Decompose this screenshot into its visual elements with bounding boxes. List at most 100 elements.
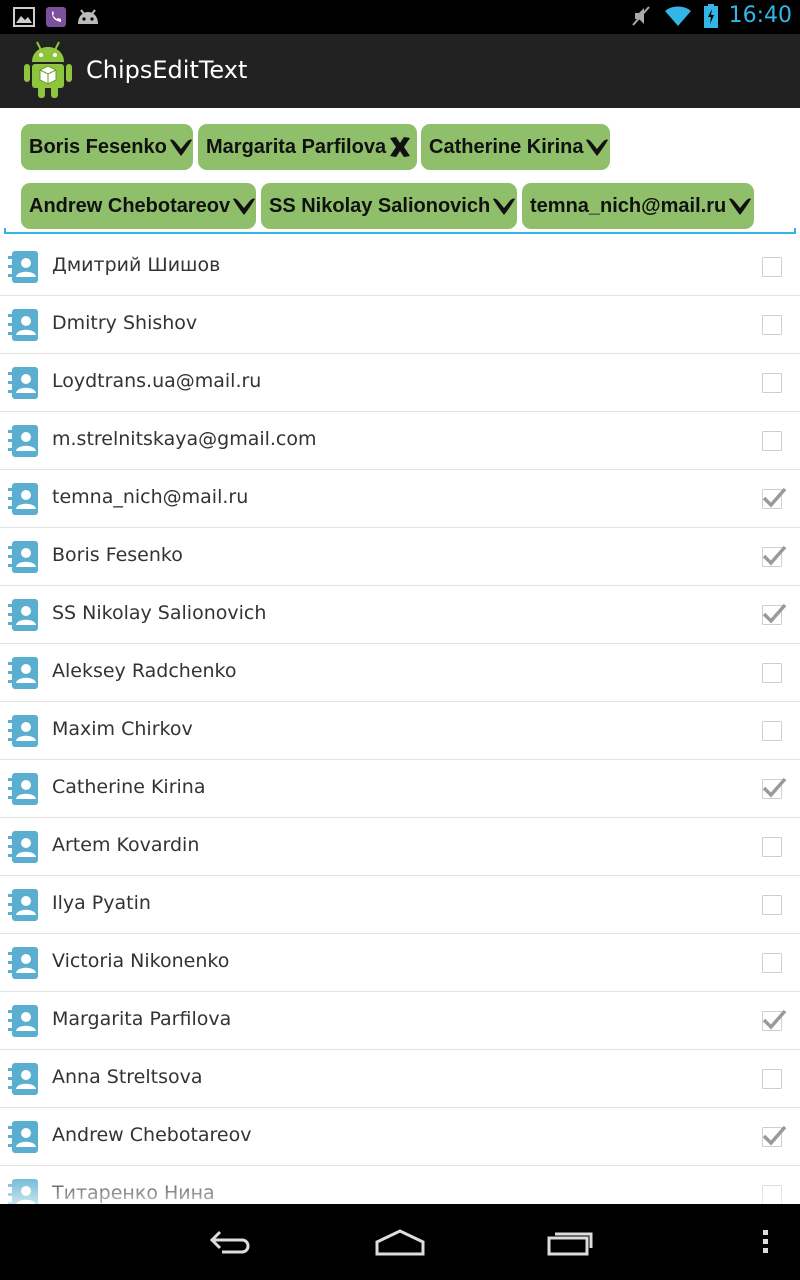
contact-checkbox[interactable] — [762, 257, 782, 277]
chip[interactable]: temna_nich@mail.ru — [522, 183, 754, 229]
wifi-icon — [663, 4, 693, 28]
contact-name: Artem Kovardin — [52, 834, 200, 856]
contact-checkbox[interactable] — [762, 1185, 782, 1204]
chip-label: Boris Fesenko — [29, 135, 167, 158]
chips-edit-text[interactable]: Boris Fesenko Margarita Parfilova Cather… — [4, 108, 796, 236]
contact-icon — [8, 599, 38, 631]
list-item[interactable]: temna_nich@mail.ru — [0, 470, 800, 528]
contact-name: Victoria Nikonenko — [52, 950, 230, 972]
contact-icon — [8, 483, 38, 515]
contact-name: Ilya Pyatin — [52, 892, 151, 914]
list-item[interactable]: Victoria Nikonenko — [0, 934, 800, 992]
contact-checkbox[interactable] — [762, 1125, 787, 1147]
contact-name: Титаренко Нина — [52, 1182, 215, 1204]
list-item[interactable]: Титаренко Нина — [0, 1166, 800, 1204]
contact-checkbox[interactable] — [762, 545, 787, 567]
contact-icon — [8, 1179, 38, 1204]
chip[interactable]: Boris Fesenko — [21, 124, 193, 170]
menu-overflow-icon[interactable] — [754, 1224, 778, 1260]
contact-icon — [8, 1005, 38, 1037]
list-item[interactable]: Dmitry Shishov — [0, 296, 800, 354]
chip[interactable]: Margarita Parfilova — [198, 124, 417, 170]
battery-charging-icon — [703, 3, 719, 28]
app-title: ChipsEditText — [86, 56, 248, 84]
clock: 16:40 — [728, 3, 792, 28]
chip-label: SS Nikolay Salionovich — [269, 194, 491, 217]
contact-name: temna_nich@mail.ru — [52, 486, 249, 508]
recents-icon[interactable] — [540, 1224, 600, 1260]
list-item[interactable]: Catherine Kirina — [0, 760, 800, 818]
chip-label: Andrew Chebotareov — [29, 194, 231, 217]
viber-icon — [44, 5, 68, 29]
chip-label: Catherine Kirina — [429, 135, 584, 158]
contact-icon — [8, 831, 38, 863]
list-item[interactable]: Andrew Chebotareov — [0, 1108, 800, 1166]
contact-name: Margarita Parfilova — [52, 1008, 232, 1030]
contact-name: m.strelnitskaya@gmail.com — [52, 428, 317, 450]
contact-checkbox[interactable] — [762, 721, 782, 741]
contact-checkbox[interactable] — [762, 777, 787, 799]
chips-input-underline — [4, 228, 796, 234]
chevron-down-icon[interactable] — [232, 194, 256, 218]
contact-name: Dmitry Shishov — [52, 312, 198, 334]
contact-list[interactable]: Дмитрий Шишов Dmitry Shishov Loydtrans.ua@… — [0, 238, 800, 1204]
contact-checkbox[interactable] — [762, 663, 782, 683]
action-bar: ChipsEditText — [0, 34, 800, 108]
contact-checkbox[interactable] — [762, 895, 782, 915]
chip-label: temna_nich@mail.ru — [530, 194, 727, 217]
back-icon[interactable] — [200, 1224, 260, 1260]
contact-name: SS Nikolay Salionovich — [52, 602, 267, 624]
chevron-down-icon[interactable] — [492, 194, 516, 218]
list-item[interactable]: Anna Streltsova — [0, 1050, 800, 1108]
list-item[interactable]: Margarita Parfilova — [0, 992, 800, 1050]
contact-checkbox[interactable] — [762, 1009, 787, 1031]
list-item[interactable]: SS Nikolay Salionovich — [0, 586, 800, 644]
list-item[interactable]: Дмитрий Шишов — [0, 238, 800, 296]
list-item[interactable]: Boris Fesenko — [0, 528, 800, 586]
contact-name: Loydtrans.ua@mail.ru — [52, 370, 262, 392]
list-item[interactable]: Artem Kovardin — [0, 818, 800, 876]
contact-name: Boris Fesenko — [52, 544, 183, 566]
chevron-down-icon[interactable] — [169, 135, 193, 159]
contact-checkbox[interactable] — [762, 837, 782, 857]
chip[interactable]: Catherine Kirina — [421, 124, 610, 170]
list-item[interactable]: m.strelnitskaya@gmail.com — [0, 412, 800, 470]
android-app-icon — [22, 40, 74, 100]
contact-checkbox[interactable] — [762, 431, 782, 451]
home-icon[interactable] — [370, 1224, 430, 1260]
status-bar: 16:40 — [0, 0, 800, 34]
contact-icon — [8, 657, 38, 689]
contact-icon — [8, 541, 38, 573]
contact-checkbox[interactable] — [762, 373, 782, 393]
contact-icon — [8, 947, 38, 979]
contact-icon — [8, 425, 38, 457]
chevron-down-icon[interactable] — [585, 135, 609, 159]
contact-checkbox[interactable] — [762, 487, 787, 509]
contact-icon — [8, 251, 38, 283]
contact-icon — [8, 367, 38, 399]
android-debug-icon — [76, 5, 100, 29]
mute-icon — [629, 4, 653, 28]
chevron-down-icon[interactable] — [728, 194, 752, 218]
contact-checkbox[interactable] — [762, 953, 782, 973]
contact-icon — [8, 889, 38, 921]
contact-checkbox[interactable] — [762, 603, 787, 625]
navigation-bar — [0, 1204, 800, 1280]
contact-name: Дмитрий Шишов — [52, 254, 221, 276]
list-item[interactable]: Loydtrans.ua@mail.ru — [0, 354, 800, 412]
contact-icon — [8, 1063, 38, 1095]
close-icon[interactable] — [388, 135, 412, 159]
list-item[interactable]: Maxim Chirkov — [0, 702, 800, 760]
contact-name: Anna Streltsova — [52, 1066, 203, 1088]
contact-name: Maxim Chirkov — [52, 718, 193, 740]
contact-checkbox[interactable] — [762, 1069, 782, 1089]
list-item[interactable]: Ilya Pyatin — [0, 876, 800, 934]
contact-icon — [8, 715, 38, 747]
chip[interactable]: Andrew Chebotareov — [21, 183, 256, 229]
contact-name: Andrew Chebotareov — [52, 1124, 252, 1146]
contact-checkbox[interactable] — [762, 315, 782, 335]
chip[interactable]: SS Nikolay Salionovich — [261, 183, 517, 229]
chip-label: Margarita Parfilova — [206, 135, 387, 158]
list-item[interactable]: Aleksey Radchenko — [0, 644, 800, 702]
contact-name: Catherine Kirina — [52, 776, 206, 798]
